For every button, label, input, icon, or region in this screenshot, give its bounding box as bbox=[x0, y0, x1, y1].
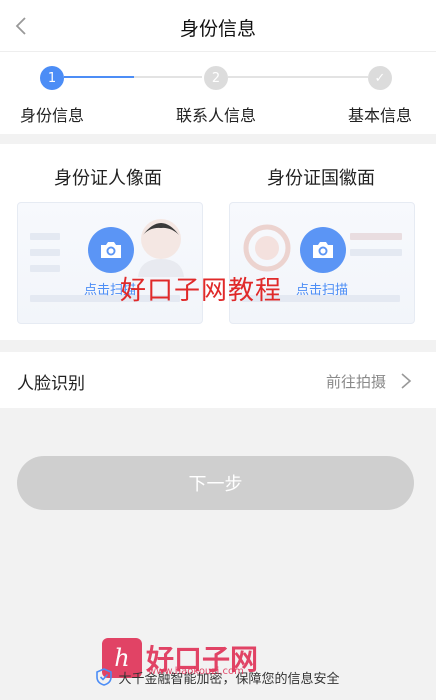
step-progress: 1 2 ✓ 身份信息 联系人信息 基本信息 bbox=[0, 52, 436, 134]
placeholder-line bbox=[30, 233, 60, 240]
nav-header: 身份信息 bbox=[0, 0, 436, 52]
step-connector bbox=[134, 76, 202, 78]
step-3-label: 基本信息 bbox=[348, 106, 413, 125]
portrait-placeholder-icon bbox=[138, 219, 184, 277]
id-back-title: 身份证国徽面 bbox=[267, 168, 375, 189]
placeholder-line bbox=[350, 249, 402, 256]
id-card-section: 身份证人像面 身份证国徽面 点击扫描 点击扫描 bbox=[0, 144, 436, 340]
step-1-label: 身份信息 bbox=[20, 106, 85, 125]
chevron-right-icon bbox=[401, 373, 412, 389]
scan-front-link: 点击扫描 bbox=[83, 283, 136, 298]
id-front-upload-card[interactable]: 点击扫描 bbox=[17, 202, 203, 324]
step-1-indicator: 1 bbox=[40, 66, 64, 90]
step-3-check-icon: ✓ bbox=[368, 66, 392, 90]
page-title: 身份信息 bbox=[179, 18, 256, 40]
step-connector bbox=[228, 76, 368, 78]
face-recognition-label: 人脸识别 bbox=[17, 374, 85, 394]
step-connector-done bbox=[64, 76, 134, 78]
security-footer: 大千金融智能加密，保障您的信息安全 bbox=[0, 664, 436, 690]
emblem-placeholder-icon bbox=[243, 224, 291, 272]
face-recognition-row[interactable]: 人脸识别 前往拍摄 bbox=[0, 352, 436, 408]
placeholder-line bbox=[30, 249, 60, 256]
placeholder-line bbox=[350, 233, 402, 240]
step-2-label: 联系人信息 bbox=[176, 106, 257, 125]
shield-icon bbox=[96, 668, 113, 686]
step-2-indicator: 2 bbox=[204, 66, 228, 90]
placeholder-line bbox=[30, 265, 60, 272]
security-note: 大千金融智能加密，保障您的信息安全 bbox=[118, 671, 340, 687]
face-capture-link: 前往拍摄 bbox=[326, 373, 387, 391]
next-step-button[interactable]: 下一步 bbox=[17, 456, 414, 510]
id-front-title: 身份证人像面 bbox=[54, 168, 162, 189]
id-back-upload-card[interactable]: 点击扫描 bbox=[229, 202, 415, 324]
scan-back-link: 点击扫描 bbox=[295, 283, 348, 298]
camera-icon bbox=[300, 227, 346, 273]
camera-icon bbox=[88, 227, 134, 273]
